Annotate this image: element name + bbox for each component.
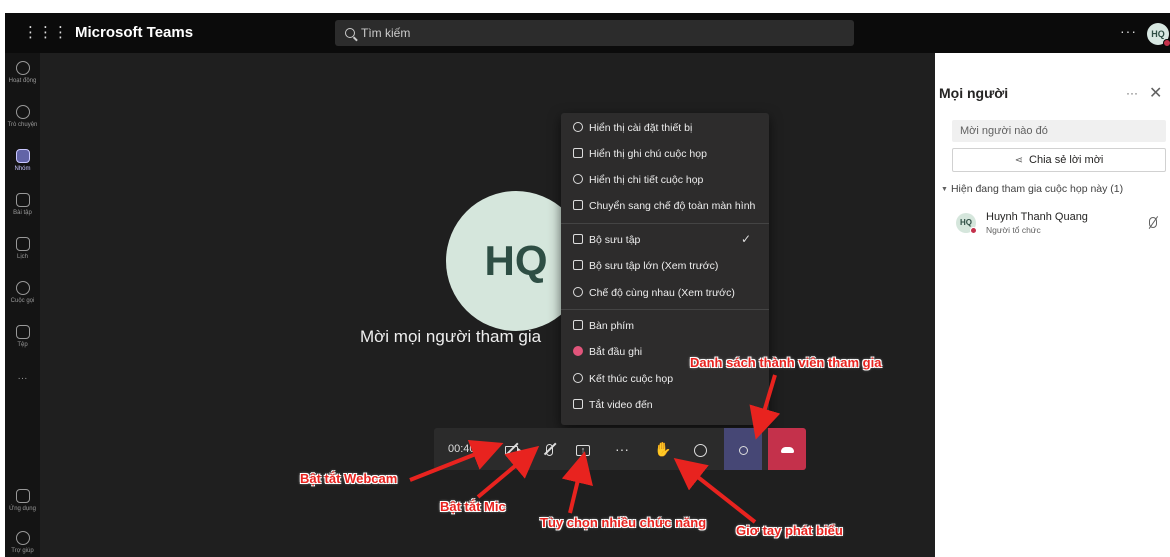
rail-item-chat[interactable]: Trò chuyện (5, 105, 40, 128)
menu-item-large-gallery[interactable]: Bộ sưu tập lớn (Xem trước) (561, 254, 769, 278)
mic-toggle-button[interactable] (533, 428, 565, 470)
participant-avatar: HQ (956, 213, 977, 234)
rail-more-icon[interactable]: ··· (5, 373, 40, 384)
gear-icon (573, 122, 583, 132)
menu-item-turn-off-incoming-video[interactable]: Tắt video đến (561, 393, 769, 417)
call-controls: 00:40 ↑ ··· ✋ (434, 428, 806, 470)
video-off-icon (573, 399, 583, 409)
chat-icon (693, 443, 707, 457)
assignments-icon (15, 193, 30, 207)
share-screen-button[interactable]: ↑ (567, 428, 599, 470)
rail-item-apps[interactable]: Ứng dụng (5, 489, 40, 512)
rail-item-teams[interactable]: Nhóm (5, 149, 40, 172)
menu-divider (561, 223, 769, 224)
in-meeting-section-header[interactable]: ▼ Hiện đang tham gia cuộc họp này (1) (941, 183, 1123, 195)
participant-name: Huynh Thanh Quang (986, 211, 1088, 223)
app-launcher-icon[interactable]: ⋮⋮⋮ (23, 25, 68, 41)
app-title: Microsoft Teams (75, 24, 194, 41)
raise-hand-button[interactable]: ✋ (647, 428, 679, 470)
status-dot (1163, 39, 1170, 47)
mic-muted-icon (1149, 217, 1157, 228)
more-options-icon[interactable]: ··· (1120, 23, 1137, 39)
invite-someone-input[interactable] (952, 120, 1166, 142)
rail-item-activity[interactable]: Hoạt động (5, 61, 40, 84)
menu-item-gallery[interactable]: Bộ sưu tập ✓ (561, 228, 769, 252)
hand-icon: ✋ (654, 441, 672, 457)
bell-icon (15, 61, 30, 75)
leave-call-button[interactable] (768, 428, 806, 470)
rail-item-help[interactable]: Trợ giúp (5, 531, 40, 554)
annotation-raise-hand: Giơ tay phát biểu (736, 523, 843, 538)
menu-item-end-meeting[interactable]: Kết thúc cuộc họp (561, 367, 769, 391)
chat-icon (15, 105, 30, 119)
participants-panel: Mọi người ··· ✕ ⋖Chia sẻ lời mời ▼Hiện đ… (935, 53, 1170, 557)
annotation-mic: Bật tắt Mic (440, 499, 506, 514)
panel-title: Mọi người (939, 85, 1009, 101)
close-icon[interactable]: ✕ (1149, 83, 1162, 103)
app-rail: Hoạt động Trò chuyện Nhóm Bài tập Lịch C… (5, 53, 40, 557)
annotation-more: Tùy chọn nhiều chức năng (540, 515, 707, 530)
panel-more-icon[interactable]: ··· (1126, 86, 1138, 100)
rail-item-calls[interactable]: Cuộc gọi (5, 281, 40, 304)
hang-up-icon (780, 447, 794, 454)
chat-button[interactable] (684, 428, 716, 470)
participants-button[interactable] (724, 428, 762, 470)
share-invite-button[interactable]: ⋖ Chia sẻ lời mời (952, 148, 1166, 172)
menu-item-meeting-notes[interactable]: Hiển thị ghi chú cuộc họp (561, 142, 769, 166)
record-icon (573, 346, 583, 356)
keypad-icon (573, 320, 583, 330)
rail-item-calendar[interactable]: Lịch (5, 237, 40, 260)
participant-role: Người tổ chức (986, 225, 1041, 235)
invite-prompt: Mời mọi người tham gia (360, 327, 542, 346)
menu-item-device-settings[interactable]: Hiển thị cài đặt thiết bị (561, 116, 769, 140)
info-icon (573, 174, 583, 184)
help-icon (15, 531, 30, 545)
profile-avatar[interactable]: HQ (1147, 23, 1170, 47)
more-actions-menu: Hiển thị cài đặt thiết bị Hiển thị ghi c… (561, 113, 769, 425)
together-icon (573, 287, 583, 297)
teams-icon (15, 149, 30, 163)
end-call-icon (573, 373, 583, 383)
top-bar: ⋮⋮⋮ Microsoft Teams Tìm kiếm ··· HQ (5, 13, 1170, 53)
gallery-icon (573, 234, 583, 244)
file-icon (15, 325, 30, 339)
rail-item-files[interactable]: Tệp (5, 325, 40, 348)
camera-toggle-button[interactable] (495, 428, 527, 470)
share-tray-icon: ↑ (576, 444, 590, 456)
calendar-icon (15, 237, 30, 251)
notes-icon (573, 148, 583, 158)
teams-window: ⋮⋮⋮ Microsoft Teams Tìm kiếm ··· HQ Hoạt… (5, 13, 1170, 557)
menu-item-together-mode[interactable]: Chế độ cùng nhau (Xem trước) (561, 281, 769, 305)
call-timer: 00:40 (448, 443, 476, 455)
people-icon (738, 445, 748, 455)
menu-item-keypad[interactable]: Bàn phím (561, 314, 769, 338)
participant-row[interactable]: HQ Huynh Thanh Quang Người tổ chức (952, 208, 1166, 238)
share-icon: ⋖ (1014, 155, 1024, 166)
phone-icon (15, 281, 30, 295)
status-dot (970, 227, 977, 234)
search-box[interactable]: Tìm kiếm (335, 20, 854, 46)
annotation-webcam: Bật tắt Webcam (300, 471, 398, 486)
fullscreen-icon (573, 200, 583, 210)
more-actions-button[interactable]: ··· (606, 428, 638, 470)
menu-item-meeting-details[interactable]: Hiển thị chi tiết cuộc họp (561, 168, 769, 192)
search-icon (345, 28, 355, 38)
meeting-stage: HQ Mời mọi người tham gia Hiển thị cài đ… (40, 53, 935, 557)
checkmark-icon: ✓ (740, 232, 751, 246)
large-gallery-icon (573, 260, 583, 270)
search-placeholder: Tìm kiếm (361, 26, 411, 40)
annotation-participants: Danh sách thành viên tham gia (690, 355, 882, 370)
menu-item-fullscreen[interactable]: Chuyển sang chế độ toàn màn hình (561, 194, 769, 218)
apps-icon (15, 489, 30, 503)
menu-divider (561, 309, 769, 310)
rail-item-assignments[interactable]: Bài tập (5, 193, 40, 216)
chevron-down-icon: ▼ (941, 186, 948, 193)
